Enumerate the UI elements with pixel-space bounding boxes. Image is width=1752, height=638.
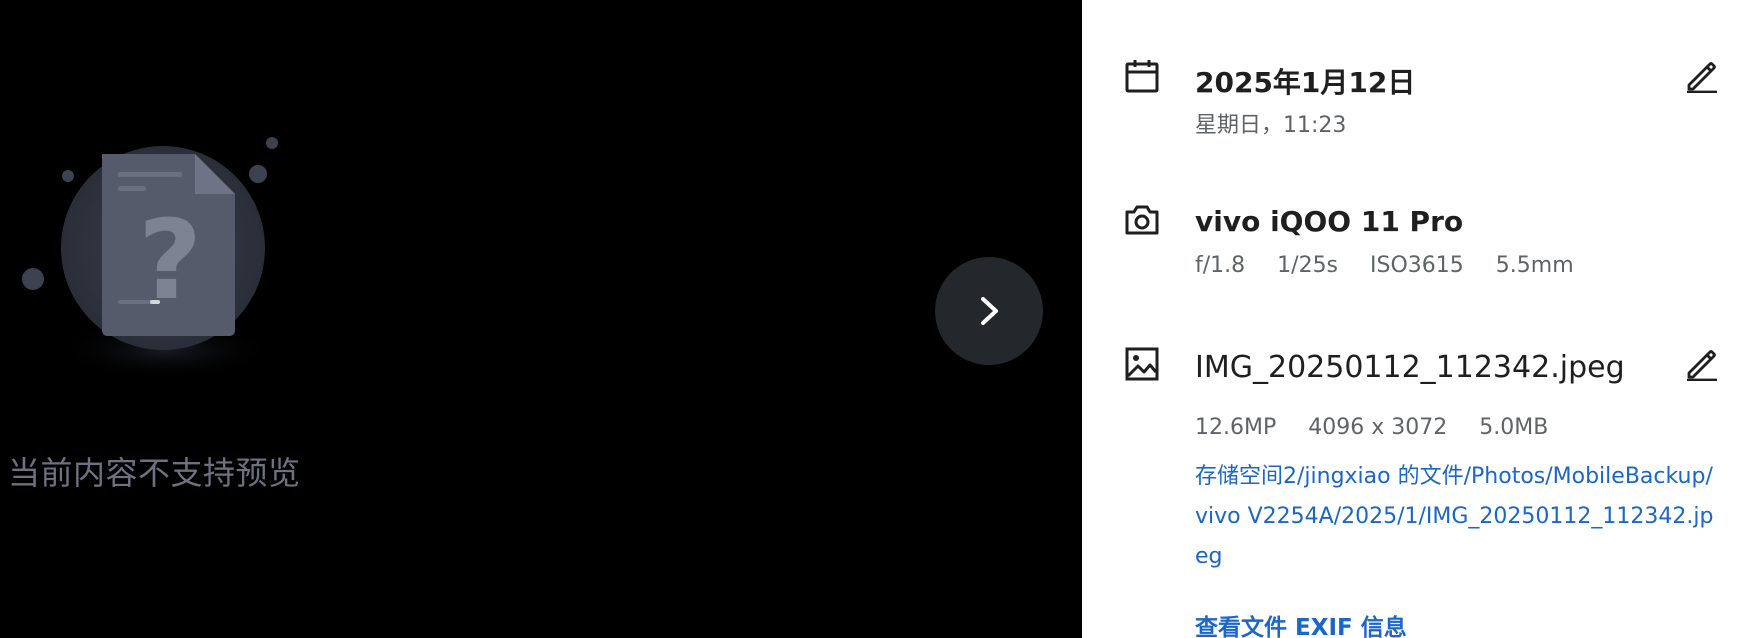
- file-path-link[interactable]: 存储空间2/jingxiao 的文件/Photos/MobileBackup/v…: [1195, 457, 1715, 577]
- preview-area: ? 当前内容不支持预览: [0, 0, 1082, 638]
- edit-date-button[interactable]: [1682, 56, 1722, 96]
- aperture-value: f/1.8: [1195, 253, 1246, 278]
- camera-settings: f/1.8 1/25s ISO3615 5.5mm: [1195, 253, 1574, 278]
- pencil-icon: [1687, 62, 1717, 93]
- shutter-value: 1/25s: [1277, 253, 1339, 278]
- edit-filename-button[interactable]: [1682, 344, 1722, 384]
- file-metadata: 12.6MP 4096 x 3072 5.0MB: [1195, 415, 1548, 440]
- resolution-value: 4096 x 3072: [1308, 415, 1448, 440]
- photo-date: 2025年1月12日: [1195, 66, 1416, 99]
- camera-icon: [1122, 200, 1162, 240]
- iso-value: ISO3615: [1370, 253, 1464, 278]
- focal-length-value: 5.5mm: [1495, 253, 1574, 278]
- next-button[interactable]: [935, 257, 1043, 365]
- view-exif-link[interactable]: 查看文件 EXIF 信息: [1195, 608, 1407, 638]
- pencil-icon: [1687, 350, 1717, 381]
- svg-text:?: ?: [138, 196, 202, 324]
- calendar-icon: [1122, 56, 1162, 96]
- info-panel: 2025年1月12日 星期日，11:23 vivo iQOO 11 Pro f/…: [1082, 0, 1752, 638]
- image-icon: [1122, 344, 1162, 384]
- photo-viewer: ? 当前内容不支持预览 2025年1月12日 星期日，11:23 vivo iQ…: [0, 0, 1752, 638]
- file-name: IMG_20250112_112342.jpeg: [1195, 350, 1625, 385]
- megapixels-value: 12.6MP: [1195, 415, 1277, 440]
- chevron-right-icon: [981, 297, 998, 325]
- photo-weekday-time: 星期日，11:23: [1195, 113, 1347, 138]
- unknown-file-icon: ?: [22, 137, 278, 380]
- file-size-value: 5.0MB: [1479, 415, 1549, 440]
- unsupported-preview-message: 当前内容不支持预览: [8, 454, 301, 492]
- camera-model: vivo iQOO 11 Pro: [1195, 205, 1464, 238]
